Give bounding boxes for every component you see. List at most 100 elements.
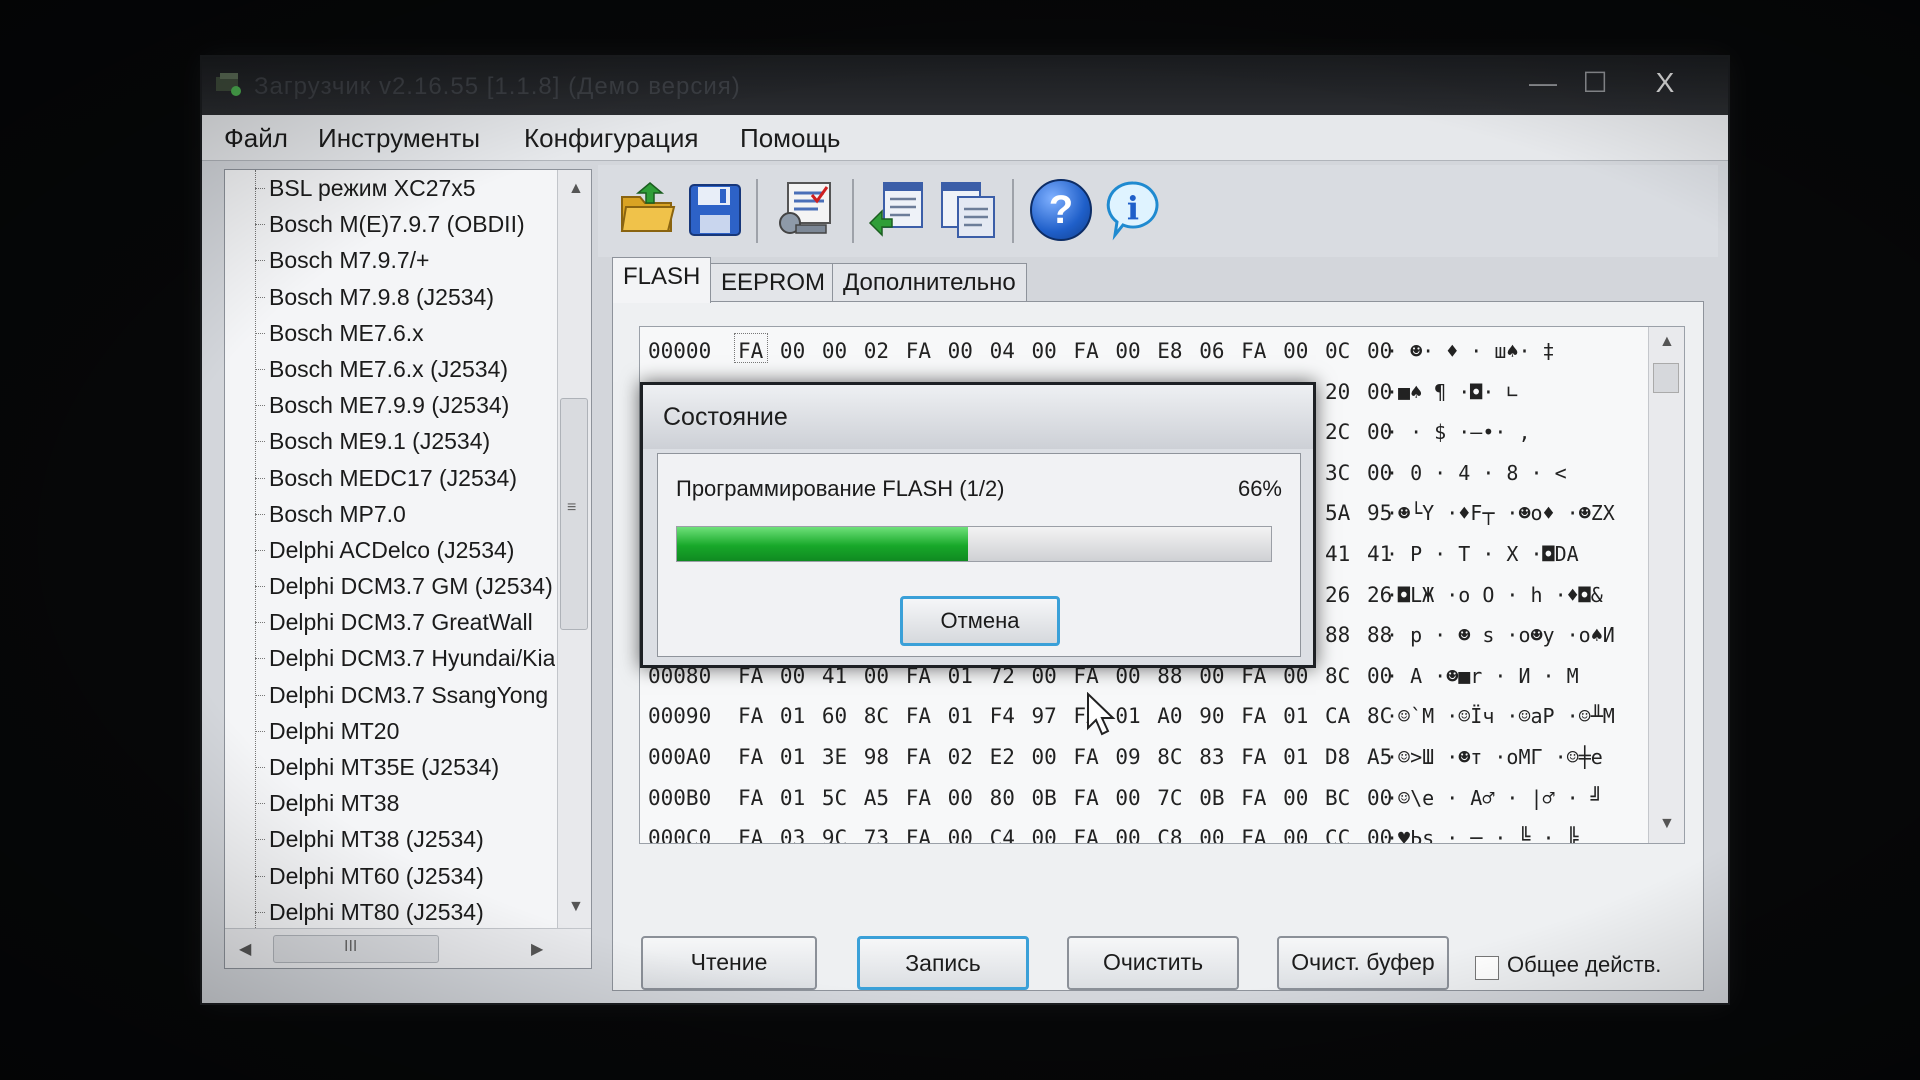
scroll-left-icon[interactable]: ◀: [239, 939, 251, 959]
hex-bytes[interactable]: FA 00 00 02 FA 00 04 00 FA 00 E8 06 FA 0…: [738, 331, 1392, 371]
ecu-tree: BSL режим XC27x5 Bosch M(E)7.9.7 (OBDII) B…: [224, 169, 592, 969]
h-scroll-thumb[interactable]: III: [273, 935, 439, 963]
tab-additional[interactable]: Дополнительно: [832, 263, 1027, 301]
tree-horizontal-scrollbar[interactable]: ◀ III ▶: [225, 928, 591, 968]
ecu-list-item[interactable]: Bosch M7.9.8 (J2534): [225, 279, 555, 315]
ecu-list-item[interactable]: Delphi MT80 (J2534): [225, 894, 555, 928]
read-button[interactable]: Чтение: [641, 936, 817, 990]
hex-address: 000C0: [648, 826, 712, 844]
tab-strip: FLASH EEPROM Дополнительно: [612, 257, 1704, 303]
hex-bytes[interactable]: FA 01 60 8C FA 01 F4 97 FA 01 A0 90 FA 0…: [738, 696, 1392, 736]
ecu-list-item[interactable]: Delphi DCM3.7 Hyundai/Kia: [225, 640, 555, 676]
hex-ascii[interactable]: · ☻· ♦ · ш♠· ‡: [1386, 331, 1555, 371]
ecu-list-item[interactable]: Delphi DCM3.7 GM (J2534): [225, 568, 555, 604]
dialog-title-bar[interactable]: Состояние: [643, 385, 1313, 449]
tree-vertical-scrollbar[interactable]: ▲ ≡ ▼: [557, 170, 591, 928]
write-ecu-icon[interactable]: [936, 179, 998, 241]
grip-icon: ≡: [567, 499, 577, 516]
help-icon[interactable]: ?: [1030, 179, 1092, 241]
hex-bytes[interactable]: FA 01 5C A5 FA 00 80 0B FA 00 7C 0B FA 0…: [738, 778, 1392, 818]
clear-buffer-button[interactable]: Очист. буфер: [1277, 936, 1449, 990]
hex-bytes[interactable]: FA 03 9C 73 FA 00 C4 00 FA 00 C8 00 FA 0…: [738, 818, 1392, 843]
mouse-cursor-icon: [1087, 692, 1116, 736]
menu-help[interactable]: Помощь: [732, 123, 848, 154]
clear-button[interactable]: Очистить: [1067, 936, 1239, 990]
scroll-down-icon[interactable]: ▼: [568, 898, 584, 916]
menu-configuration[interactable]: Конфигурация: [516, 123, 706, 154]
hex-ascii[interactable]: ·◘LЖ ·o O · h ·♦◘&: [1386, 575, 1603, 615]
ecu-list-item[interactable]: Delphi DCM3.7 SsangYong: [225, 677, 555, 713]
tab-flash[interactable]: FLASH: [612, 257, 712, 303]
hex-ascii[interactable]: · p · ☻ s ·o☻y ·o♠И: [1386, 615, 1615, 655]
hex-ascii[interactable]: ·☺>Ш ·☻т ·oMГ ·☺╪e: [1386, 737, 1603, 777]
window-title: Загрузчик v2.16.55 [1.1.8] (Демо версия): [254, 73, 741, 100]
hex-scroll-thumb[interactable]: [1653, 363, 1679, 393]
hex-address: 00000: [648, 339, 712, 363]
progress-label: Программирование FLASH (1/2): [676, 476, 1005, 501]
hex-address: 000A0: [648, 745, 712, 769]
ecu-list: BSL режим XC27x5 Bosch M(E)7.9.7 (OBDII) B…: [225, 170, 555, 928]
title-bar[interactable]: Загрузчик v2.16.55 [1.1.8] (Демо версия)…: [202, 57, 1728, 115]
hex-ascii[interactable]: ·☻└Y ·♦F┬ ·☻o♦ ·☻ZX: [1386, 493, 1615, 533]
ecu-list-item[interactable]: Bosch M(E)7.9.7 (OBDII): [225, 206, 555, 242]
hex-scroll-down-icon[interactable]: ▼: [1659, 815, 1675, 833]
hex-ascii[interactable]: ·☺`M ·☺Їч ·☺aP ·☺╨M: [1386, 696, 1615, 736]
h-grip-icon: III: [344, 938, 358, 955]
ecu-list-item[interactable]: BSL режим XC27x5: [225, 170, 555, 206]
hex-ascii[interactable]: · 0 · 4 · 8 · <: [1386, 453, 1567, 493]
ecu-list-item[interactable]: Bosch ME9.1 (J2534): [225, 423, 555, 459]
hex-address: 000B0: [648, 785, 712, 810]
hex-scroll-up-icon[interactable]: ▲: [1659, 333, 1675, 351]
hex-ascii[interactable]: · A ·☻■r · И · M: [1386, 656, 1579, 696]
ecu-list-item[interactable]: Delphi MT38: [225, 785, 555, 821]
hex-ascii[interactable]: · P · T · X ·◘DA: [1386, 534, 1579, 574]
menu-bar: Файл Инструменты Конфигурация Помощь: [202, 115, 1728, 161]
ecu-list-item[interactable]: Bosch M7.9.7/+: [225, 242, 555, 278]
ecu-list-item[interactable]: Bosch MP7.0: [225, 496, 555, 532]
dialog-body: Программирование FLASH (1/2) 66% Отмена: [657, 453, 1301, 657]
scroll-right-icon[interactable]: ▶: [531, 939, 543, 959]
settings-checklist-icon[interactable]: [774, 179, 836, 241]
write-button[interactable]: Запись: [857, 936, 1029, 990]
cancel-button[interactable]: Отмена: [900, 596, 1060, 646]
hex-ascii[interactable]: · · $ ·—•· ,: [1386, 412, 1531, 452]
minimize-button[interactable]: —: [1520, 65, 1566, 103]
dialog-title: Состояние: [663, 403, 788, 431]
ecu-list-item[interactable]: Delphi MT20: [225, 713, 555, 749]
info-glyph: i: [1126, 189, 1140, 227]
close-button[interactable]: X: [1642, 65, 1688, 103]
open-folder-icon[interactable]: [616, 179, 678, 241]
hex-ascii[interactable]: ·■♠ ¶ ·◘· ∟: [1386, 372, 1518, 412]
ecu-list-item[interactable]: Bosch ME7.6.x: [225, 315, 555, 351]
info-icon[interactable]: i: [1102, 179, 1164, 241]
status-dialog: Состояние Программирование FLASH (1/2) 6…: [640, 382, 1316, 668]
hex-bytes[interactable]: FA 01 3E 98 FA 02 E2 00 FA 09 8C 83 FA 0…: [738, 737, 1392, 777]
hex-address: 00090: [648, 704, 712, 729]
common-action-checkbox[interactable]: [1475, 956, 1499, 980]
scroll-thumb[interactable]: ≡: [560, 398, 588, 630]
hex-vertical-scrollbar[interactable]: ▲ ▼: [1648, 327, 1684, 843]
save-icon[interactable]: [684, 179, 746, 241]
ecu-list-item[interactable]: Delphi MT60 (J2534): [225, 858, 555, 894]
hex-ascii[interactable]: ·☺\e · A♂ · |♂ · ╝: [1386, 778, 1603, 818]
menu-file[interactable]: Файл: [216, 123, 296, 154]
tab-eeprom[interactable]: EEPROM: [710, 263, 837, 301]
scroll-up-icon[interactable]: ▲: [568, 180, 584, 198]
ecu-list-item[interactable]: Delphi DCM3.7 GreatWall: [225, 604, 555, 640]
common-action-label: Общее действ.: [1507, 952, 1662, 977]
progress-bar: [676, 526, 1272, 562]
ecu-list-item[interactable]: Bosch ME7.9.9 (J2534): [225, 387, 555, 423]
progress-percent: 66%: [1237, 476, 1282, 501]
hex-ascii[interactable]: ·♥Ьs · ─ · ╚ · ╠: [1386, 818, 1579, 843]
app-logo-icon: [216, 73, 241, 96]
ecu-list-item[interactable]: Delphi MT35E (J2534): [225, 749, 555, 785]
ecu-list-item[interactable]: Bosch MEDC17 (J2534): [225, 460, 555, 496]
menu-tools[interactable]: Инструменты: [310, 123, 488, 154]
maximize-button[interactable]: ☐: [1572, 65, 1618, 103]
read-ecu-icon[interactable]: [866, 179, 928, 241]
ecu-list-item[interactable]: Delphi ACDelco (J2534): [225, 532, 555, 568]
toolbar: ? i: [598, 165, 1718, 257]
progress-fill: [677, 527, 969, 561]
ecu-list-item[interactable]: Bosch ME7.6.x (J2534): [225, 351, 555, 387]
ecu-list-item[interactable]: Delphi MT38 (J2534): [225, 821, 555, 857]
